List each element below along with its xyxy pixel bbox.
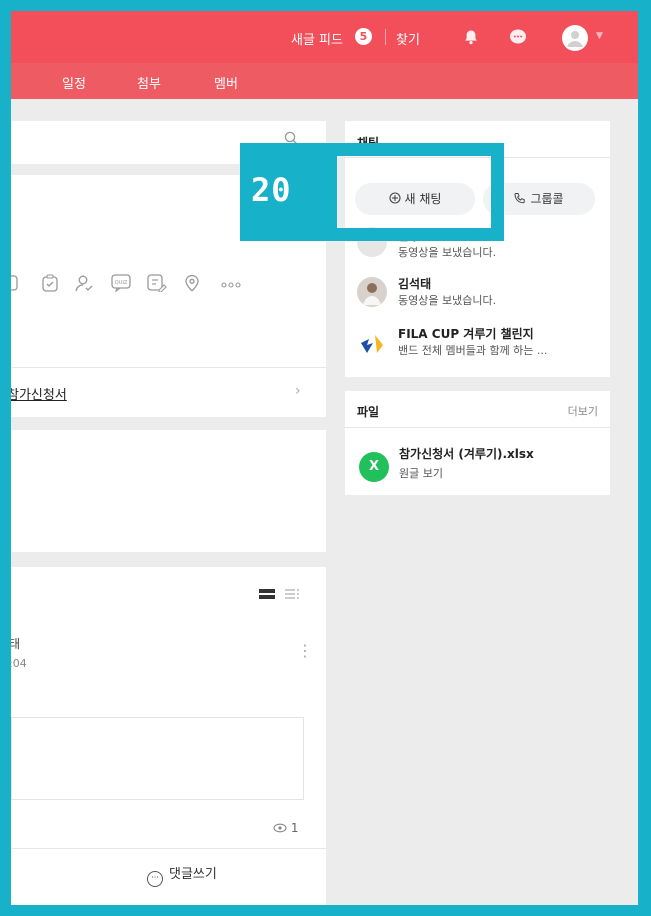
view-original-post-link[interactable]: 원글 보기 xyxy=(399,465,443,481)
file-name[interactable]: 참가신청서 (겨루기).xlsx xyxy=(399,445,534,462)
card-divider xyxy=(11,367,326,368)
card-divider xyxy=(345,427,610,428)
files-more-link[interactable]: 더보기 xyxy=(568,403,598,419)
svg-text:QUIZ: QUIZ xyxy=(115,280,128,286)
post-body-card xyxy=(11,430,326,552)
chevron-right-icon[interactable]: › xyxy=(295,383,301,399)
chat-item-name: 김석태 xyxy=(398,277,432,291)
more-options-icon[interactable] xyxy=(219,274,243,292)
quiz-icon[interactable]: QUIZ xyxy=(111,274,131,292)
feed-count-badge: 5 xyxy=(355,28,372,45)
avatar xyxy=(357,277,387,307)
list-view-icon[interactable] xyxy=(259,587,303,601)
tab-members[interactable]: 멤버 xyxy=(214,73,238,92)
post-content-box xyxy=(11,717,304,800)
excel-file-icon: X xyxy=(359,452,389,482)
phone-icon xyxy=(514,193,526,204)
write-comment-button[interactable]: ··· 댓글쓰기 xyxy=(147,863,217,887)
post-time: :04 xyxy=(11,657,27,670)
files-title: 파일 xyxy=(357,405,380,419)
attachment-card xyxy=(11,327,326,417)
location-pin-icon[interactable] xyxy=(183,274,201,292)
tab-schedule[interactable]: 일정 xyxy=(62,73,86,92)
vote-edit-icon[interactable] xyxy=(147,274,167,292)
band-subnav: 일정 첨부 멤버 xyxy=(11,63,638,99)
checklist-icon[interactable] xyxy=(41,274,59,292)
user-tag-icon[interactable] xyxy=(75,274,95,292)
step-number-badge: 20 xyxy=(240,143,324,241)
chat-item-message: 동영상을 보냈습니다. xyxy=(398,294,497,307)
chat-bubble-icon[interactable] xyxy=(509,29,527,45)
new-feed-link[interactable]: 새글 피드 xyxy=(291,29,343,48)
person-photo-icon xyxy=(363,283,381,305)
user-icon xyxy=(567,31,583,47)
chat-item-message: 밴드 전체 멤버들과 함께 하는 ... xyxy=(398,344,548,357)
profile-avatar[interactable] xyxy=(562,25,588,51)
card-divider xyxy=(11,848,326,849)
app-frame: 새글 피드 5 찾기 ▼ 일정 첨부 멤버 QUIZ 참가신청서 › 태 04 … xyxy=(11,11,638,905)
view-count-value: 1 xyxy=(290,821,299,835)
chat-item-message: 동영상을 보냈습니다. xyxy=(398,246,497,259)
highlight-frame xyxy=(324,143,504,241)
post-author-name[interactable]: 태 xyxy=(11,635,20,652)
eye-icon xyxy=(273,823,287,833)
group-call-label: 그룹콜 xyxy=(530,192,564,206)
step-number: 20 xyxy=(251,171,292,209)
tab-attachments[interactable]: 첨부 xyxy=(137,73,161,92)
bell-icon[interactable] xyxy=(463,29,479,45)
find-link[interactable]: 찾기 xyxy=(396,29,420,48)
top-header: 새글 피드 5 찾기 ▼ xyxy=(11,11,638,63)
header-divider xyxy=(385,29,386,45)
fila-cup-logo-icon xyxy=(361,335,383,353)
write-comment-label: 댓글쓰기 xyxy=(169,867,217,882)
chevron-down-icon[interactable]: ▼ xyxy=(596,31,603,41)
files-card: 파일 더보기 X 참가신청서 (겨루기).xlsx 원글 보기 xyxy=(345,391,610,495)
attachment-icon[interactable] xyxy=(11,274,21,292)
view-count: 1 xyxy=(273,821,298,835)
comment-icon: ··· xyxy=(147,871,163,887)
kebab-menu-icon[interactable]: ⋮ xyxy=(297,641,313,660)
attachment-link[interactable]: 참가신청서 xyxy=(11,384,67,403)
view-toggle xyxy=(259,586,303,605)
chat-item-name: FILA CUP 겨루기 챌린지 xyxy=(398,327,534,341)
